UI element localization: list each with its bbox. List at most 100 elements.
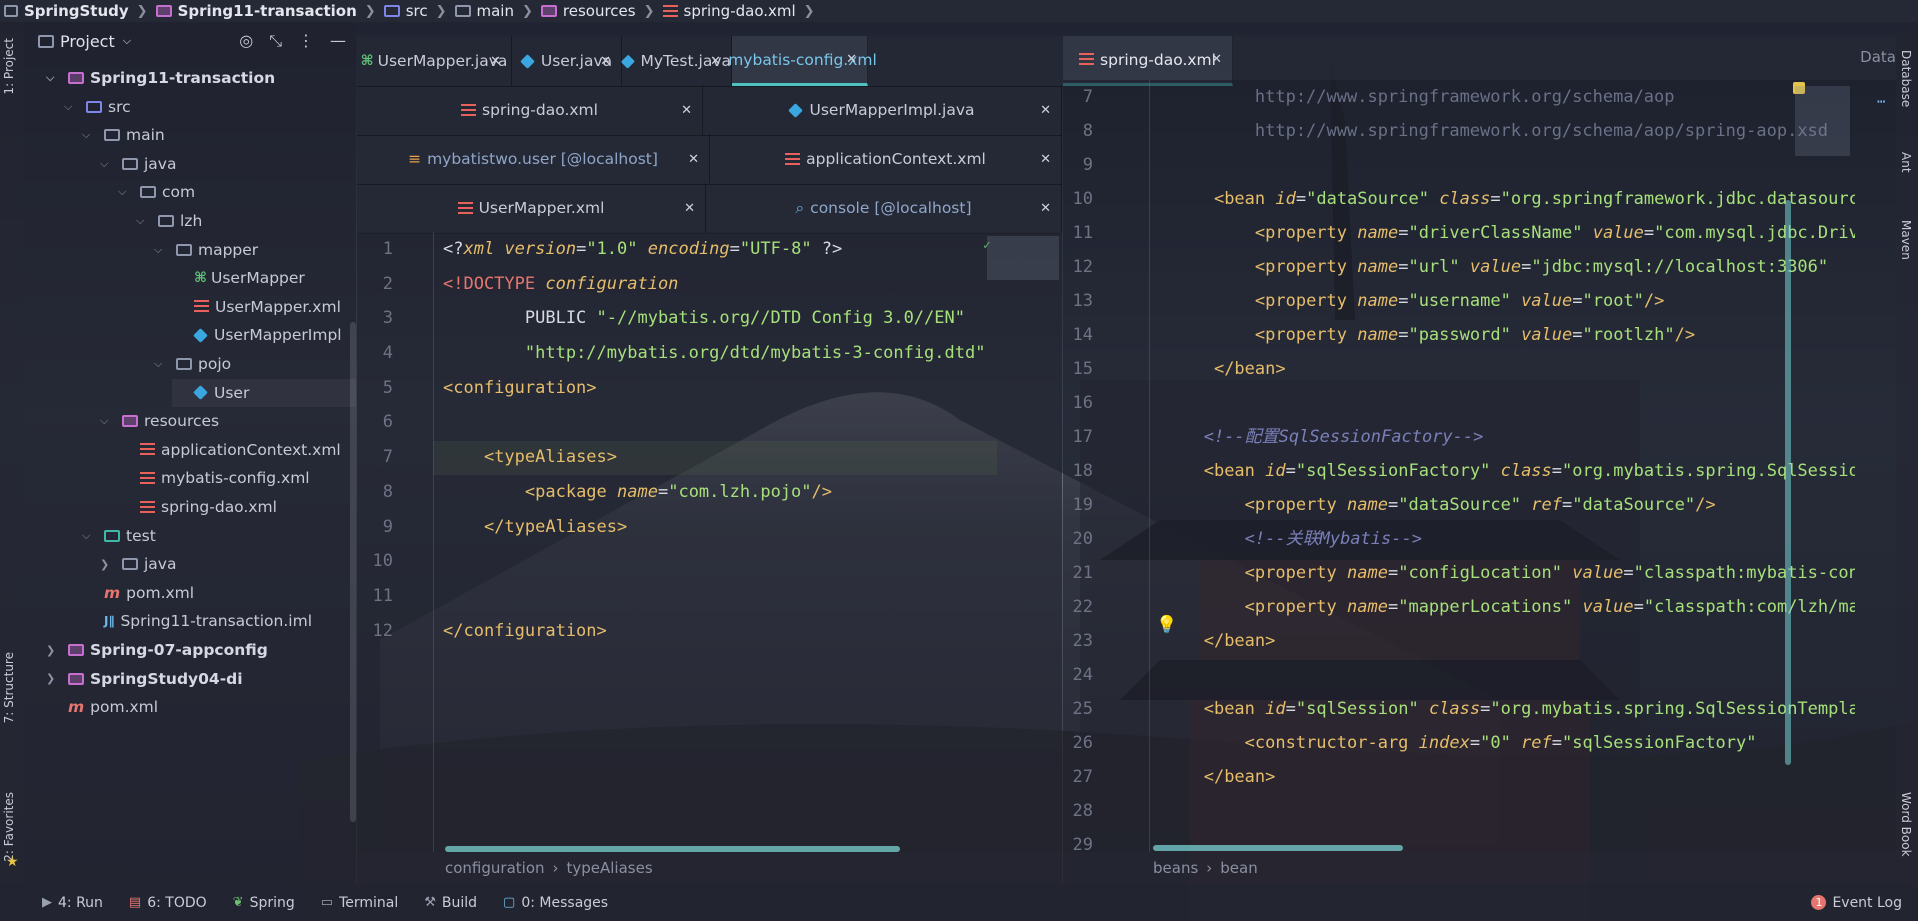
todo-tool-button[interactable]: ▤ 6: TODO [129,895,207,911]
tree-item[interactable]: mybatis-config.xml [118,464,356,492]
tree-item[interactable]: UserMapper.xml [172,293,356,321]
breadcrumb-project[interactable]: SpringStudy ❯ [4,2,156,20]
editor-tab[interactable]: MyTest.java ✕ [620,36,732,86]
tree-item[interactable]: ⌵ resources [100,407,356,435]
tab-spring-dao-xml[interactable]: spring-dao.xml ✕ [1063,36,1233,86]
chevron-down-icon[interactable]: ⌵ [154,357,170,371]
tree-item[interactable]: ⌵ pojo [154,350,356,378]
editor-tab[interactable]: spring-dao.xml ✕ [357,85,703,135]
chevron-down-icon[interactable]: ⌵ [136,214,152,228]
close-icon[interactable]: ✕ [1040,103,1051,118]
editor-tab[interactable]: mybatis-config.xml ✕ [728,36,877,86]
build-tool-button[interactable]: ⚒ Build [424,895,477,911]
tree-item[interactable]: ⌵ mapper [154,236,356,264]
code-editor-mybatis-config[interactable]: 1 2 3 4 5 6 7 8 9 10 11 12 <?xml version="1.0" enco… [357,232,1062,852]
close-icon[interactable]: ✕ [600,54,611,69]
tree-item[interactable]: m pom.xml [46,693,356,721]
editor-tab[interactable]: ⌕ console [@localhost] ✕ [706,183,1062,233]
messages-tool-button[interactable]: ▢ 0: Messages [503,895,608,911]
spring-tool-button[interactable]: ❦ Spring [233,895,295,911]
tree-item[interactable]: ⌘ UserMapper [172,264,356,292]
close-icon[interactable]: ✕ [681,103,692,118]
chevron-down-icon[interactable]: ⌵ [154,243,170,257]
project-view-selector[interactable]: Project [60,32,115,51]
close-icon[interactable]: ✕ [684,201,695,216]
breadcrumb-src[interactable]: src ❯ [383,2,455,20]
options-menu-icon[interactable]: ⋮ [298,31,314,51]
editor-tab[interactable]: UserMapperImpl.java ✕ [703,85,1062,135]
close-icon[interactable]: ✕ [1040,201,1051,216]
event-log-button[interactable]: 1 Event Log [1811,895,1902,911]
database-panel-tab[interactable]: Data [1860,48,1896,66]
horizontal-scrollbar[interactable] [1153,845,1403,851]
collapse-all-icon[interactable]: ⤡ [269,31,282,51]
terminal-tool-button[interactable]: ▭ Terminal [321,895,398,911]
more-icon[interactable]: ⋯ [1877,94,1885,110]
tree-item[interactable]: applicationContext.xml [118,436,356,464]
ant-tool-button[interactable]: Ant [1899,152,1913,173]
close-icon[interactable]: ✕ [1040,152,1051,167]
breadcrumb-module[interactable]: Spring11-transaction ❯ [155,2,384,20]
tree-item[interactable]: UserMapperImpl [172,321,356,349]
maven-tool-button[interactable]: Maven [1899,220,1913,260]
editor-tab[interactable]: applicationContext.xml ✕ [710,134,1062,184]
crumb-beans[interactable]: beans [1153,859,1198,877]
tree-item[interactable]: m pom.xml [82,579,356,607]
chevron-down-icon[interactable]: ⌵ [82,529,98,543]
structure-tool-button[interactable]: 7: Structure [2,652,16,723]
tree-item[interactable]: spring-dao.xml [118,493,356,521]
chevron-right-icon[interactable]: ❯ [46,644,62,657]
tree-item[interactable]: J∥ Spring11-transaction.iml [82,607,356,635]
editor-tab[interactable]: UserMapper.xml ✕ [357,183,706,233]
chevron-down-icon[interactable]: ⌵ [82,128,98,142]
project-scrollbar[interactable] [350,322,356,822]
wordbook-tool-button[interactable]: Word Book [1899,792,1913,857]
close-icon[interactable]: ✕ [710,54,721,69]
close-icon[interactable]: ✕ [1211,52,1222,67]
crumb-configuration[interactable]: configuration [445,859,545,877]
locate-file-icon[interactable]: ◎ [239,31,253,51]
close-icon[interactable]: ✕ [846,52,857,67]
chevron-down-icon[interactable]: ⌵ [118,185,134,199]
tree-item[interactable]: ⌵ Spring11-transaction [46,64,356,92]
code-content[interactable]: http://www.springframework.org/schema/ao… [1173,80,1855,852]
vertical-scrollbar[interactable] [1785,200,1791,765]
chevron-down-icon[interactable]: ⌵ [64,100,80,114]
right-tool-strip: Database Ant Maven Word Book [1896,22,1918,884]
tree-item[interactable]: ❯ java [100,550,356,578]
code-editor-spring-dao[interactable]: 7 8 9 10 11 12 13 14 15 16 17 18 19 20 21 22 23 24 25 26 27 2… [1063,80,1896,855]
breadcrumb-resources[interactable]: resources ❯ [540,2,663,20]
code-minimap[interactable] [987,236,1059,280]
chevron-down-icon[interactable]: ⌵ [100,414,116,428]
favorites-tool-button[interactable]: 2: Favorites [2,792,16,862]
chevron-down-icon[interactable]: ⌵ [100,157,116,171]
project-tool-button[interactable]: 1: Project [2,38,16,95]
code-content[interactable]: <?xml version="1.0" encoding="UTF-8" ?> <… [443,232,995,852]
close-icon[interactable]: ✕ [490,54,501,69]
editor-tab[interactable]: ⌘ UserMapper.java ✕ [357,36,512,86]
tree-item[interactable]: ❯ SpringStudy04-di [46,665,356,693]
hide-panel-icon[interactable]: — [330,31,346,51]
breadcrumb-file[interactable]: spring-dao.xml ❯ [662,2,823,20]
run-tool-button[interactable]: ▶ 4: Run [42,895,103,911]
tree-item[interactable]: User [172,378,356,407]
tree-item[interactable]: ⌵ com [118,178,356,206]
chevron-right-icon[interactable]: ❯ [46,672,62,685]
editor-tab[interactable]: ≡ mybatistwo.user [@localhost] ✕ [357,134,710,184]
tree-item[interactable]: ⌵ main [82,121,356,149]
chevron-down-icon[interactable]: ⌵ [123,34,131,48]
tree-item[interactable]: ❯ Spring-07-appconfig [46,636,356,664]
database-tool-button[interactable]: Database [1899,50,1913,107]
tree-item[interactable]: ⌵ test [82,522,356,550]
chevron-right-icon[interactable]: ❯ [100,558,116,571]
chevron-down-icon[interactable]: ⌵ [46,71,62,85]
close-icon[interactable]: ✕ [688,152,699,167]
code-minimap[interactable] [1795,86,1850,156]
tree-item[interactable]: ⌵ lzh [136,207,356,235]
breadcrumb-main[interactable]: main ❯ [454,2,541,20]
crumb-bean[interactable]: bean [1220,859,1257,877]
tree-item[interactable]: ⌵ java [100,150,356,178]
editor-tab[interactable]: User.java ✕ [512,36,622,86]
tree-item[interactable]: ⌵ src [64,93,356,121]
crumb-typealiases[interactable]: typeAliases [567,859,653,877]
